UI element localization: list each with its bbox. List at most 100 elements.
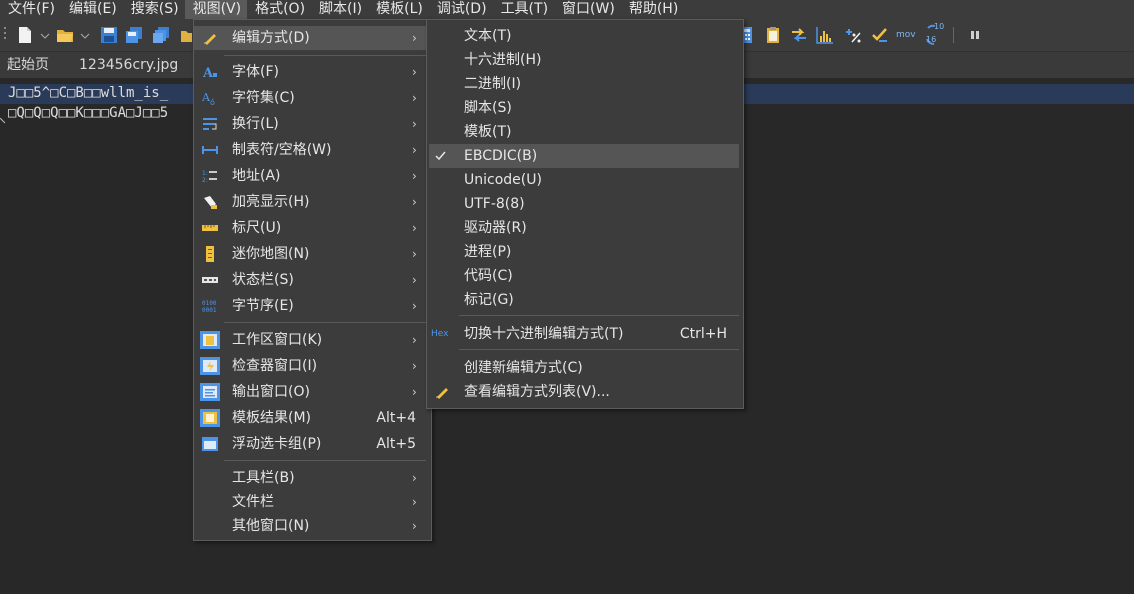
menu-item-address[interactable]: 1: 2: 地址(A) ›	[194, 164, 431, 188]
edit-as-unicode[interactable]: Unicode(U)	[427, 168, 743, 192]
chevron-right-icon: ›	[412, 247, 417, 261]
menu-item-label: 浮动选卡组(P)	[232, 436, 322, 452]
menu-item-floating-tabs[interactable]: 浮动选卡组(P) Alt+5	[194, 432, 431, 456]
toolbar-grip[interactable]	[4, 27, 7, 45]
menu-separator	[459, 349, 739, 350]
menu-debug[interactable]: 调试(D)	[429, 0, 493, 19]
menu-item-highlight[interactable]: 加亮显示(H) ›	[194, 190, 431, 214]
menu-item-minimap[interactable]: 迷你地图(N) ›	[194, 242, 431, 266]
menu-item-byte-order[interactable]: 0100 0001 字节序(E) ›	[194, 294, 431, 318]
menu-item-other-windows[interactable]: 其他窗口(N) ›	[194, 514, 431, 538]
menu-format[interactable]: 格式(O)	[247, 0, 311, 19]
menu-item-label: 驱动器(R)	[464, 220, 527, 236]
edit-as-bookmark[interactable]: 标记(G)	[427, 288, 743, 312]
edit-as-text[interactable]: 文本(T)	[427, 24, 743, 48]
menu-item-toolbars[interactable]: 工具栏(B) ›	[194, 466, 431, 490]
base-bottom-label: 16	[926, 35, 937, 44]
clipboard-icon[interactable]	[764, 26, 782, 44]
menu-item-tabs-spaces[interactable]: 制表符/空格(W) ›	[194, 138, 431, 162]
byte-order-icon: 0100 0001	[202, 298, 218, 314]
menu-item-label: 切换十六进制编辑方式(T)	[464, 326, 624, 342]
edit-as-utf8[interactable]: UTF-8(8)	[427, 192, 743, 216]
tab-file[interactable]: 123456cry.jpg	[79, 52, 178, 78]
chevron-right-icon: ›	[412, 169, 417, 183]
chevron-right-icon: ›	[412, 495, 417, 509]
pause-icon[interactable]	[970, 26, 980, 44]
percent-icon[interactable]	[844, 26, 862, 44]
menu-item-label: EBCDIC(B)	[464, 148, 538, 164]
view-edit-as-list[interactable]: 查看编辑方式列表(V)...	[427, 380, 743, 404]
menu-item-statusbar[interactable]: 状态栏(S) ›	[194, 268, 431, 292]
folder-icon[interactable]	[180, 26, 192, 44]
menu-item-label: 进程(P)	[464, 244, 512, 260]
menu-item-filebar[interactable]: 文件栏 ›	[194, 490, 431, 514]
workspace-icon	[200, 331, 220, 349]
new-dropdown-icon[interactable]	[40, 26, 50, 44]
base-convert-icon[interactable]: 10 16	[922, 22, 946, 45]
svg-text:ó: ó	[210, 97, 215, 106]
menu-item-inspector[interactable]: 检查器窗口(I) ›	[194, 354, 431, 378]
edit-as-drive[interactable]: 驱动器(R)	[427, 216, 743, 240]
edit-as-code[interactable]: 代码(C)	[427, 264, 743, 288]
edit-as-process[interactable]: 进程(P)	[427, 240, 743, 264]
menu-item-ruler[interactable]: 标尺(U) ›	[194, 216, 431, 240]
menu-window[interactable]: 窗口(W)	[554, 0, 621, 19]
save-as-icon[interactable]	[125, 26, 143, 44]
menu-item-label: 字体(F)	[232, 64, 279, 80]
mov-icon[interactable]: mov	[896, 27, 918, 45]
font-icon: A	[202, 64, 218, 81]
tab-start-page[interactable]: 起始页	[7, 52, 49, 78]
open-folder-icon[interactable]	[56, 26, 74, 44]
edit-as-binary[interactable]: 二进制(I)	[427, 72, 743, 96]
chevron-right-icon: ›	[412, 519, 417, 533]
floating-tab-icon	[202, 436, 218, 452]
menu-item-label: 创建新编辑方式(C)	[464, 360, 583, 376]
svg-text:A: A	[202, 66, 214, 80]
menu-file[interactable]: 文件(F)	[0, 0, 61, 19]
menu-item-charset[interactable]: Aó 字符集(C) ›	[194, 86, 431, 110]
check-mark-icon[interactable]	[871, 26, 889, 44]
new-file-icon[interactable]	[16, 26, 34, 44]
menu-edit[interactable]: 编辑(E)	[61, 0, 123, 19]
chevron-right-icon: ›	[412, 221, 417, 235]
menu-item-edit-as[interactable]: 编辑方式(D) ›	[194, 26, 431, 50]
menu-item-label: 换行(L)	[232, 116, 279, 132]
menu-item-label: 查看编辑方式列表(V)...	[464, 384, 610, 400]
create-edit-as[interactable]: 创建新编辑方式(C)	[427, 356, 743, 380]
menu-item-font[interactable]: A 字体(F) ›	[194, 60, 431, 84]
menu-script[interactable]: 脚本(I)	[311, 0, 368, 19]
menu-item-workspace[interactable]: 工作区窗口(K) ›	[194, 328, 431, 352]
menu-search[interactable]: 搜索(S)	[123, 0, 185, 19]
menu-tools[interactable]: 工具(T)	[493, 0, 554, 19]
view-menu: 编辑方式(D) › A 字体(F) › Aó 字符集(C) › 换行(L) › …	[193, 19, 432, 541]
edit-as-submenu: 文本(T) 十六进制(H) 二进制(I) 脚本(S) 模板(T) EBCDIC(…	[426, 19, 744, 409]
menu-item-label: 地址(A)	[232, 168, 281, 184]
menu-help[interactable]: 帮助(H)	[621, 0, 684, 19]
svg-text:0100: 0100	[202, 300, 217, 307]
menu-item-label: 二进制(I)	[464, 76, 522, 92]
menu-template[interactable]: 模板(L)	[368, 0, 429, 19]
menu-separator	[224, 55, 426, 56]
menu-item-label: 工具栏(B)	[232, 470, 295, 486]
edit-as-template[interactable]: 模板(T)	[427, 120, 743, 144]
chevron-right-icon: ›	[412, 117, 417, 131]
editor-line-2[interactable]: □Q□Q□Q□□K□□□GA□J□□5	[8, 105, 168, 121]
open-dropdown-icon[interactable]	[80, 26, 90, 44]
shortcut-label: Ctrl+H	[679, 326, 727, 342]
edit-as-hex[interactable]: 十六进制(H)	[427, 48, 743, 72]
edit-as-script[interactable]: 脚本(S)	[427, 96, 743, 120]
save-all-icon[interactable]	[152, 26, 170, 44]
toggle-hex-edit[interactable]: Hex 切换十六进制编辑方式(T) Ctrl+H	[427, 322, 743, 346]
editor-line-1[interactable]: J□□5^□C□B□□wllm_is_	[8, 85, 168, 101]
menu-item-template-results[interactable]: 模板结果(M) Alt+4	[194, 406, 431, 430]
edit-as-ebcdic[interactable]: EBCDIC(B)	[429, 144, 739, 168]
menu-item-output[interactable]: 输出窗口(O) ›	[194, 380, 431, 404]
svg-text:0001: 0001	[202, 307, 217, 314]
save-icon[interactable]	[100, 26, 118, 44]
menu-view[interactable]: 视图(V)	[184, 0, 248, 19]
tab-space-icon	[202, 142, 218, 158]
histogram-icon[interactable]	[816, 26, 834, 44]
template-results-icon	[200, 409, 220, 427]
menu-item-wrap[interactable]: 换行(L) ›	[194, 112, 431, 136]
swap-arrows-icon[interactable]	[790, 26, 808, 44]
